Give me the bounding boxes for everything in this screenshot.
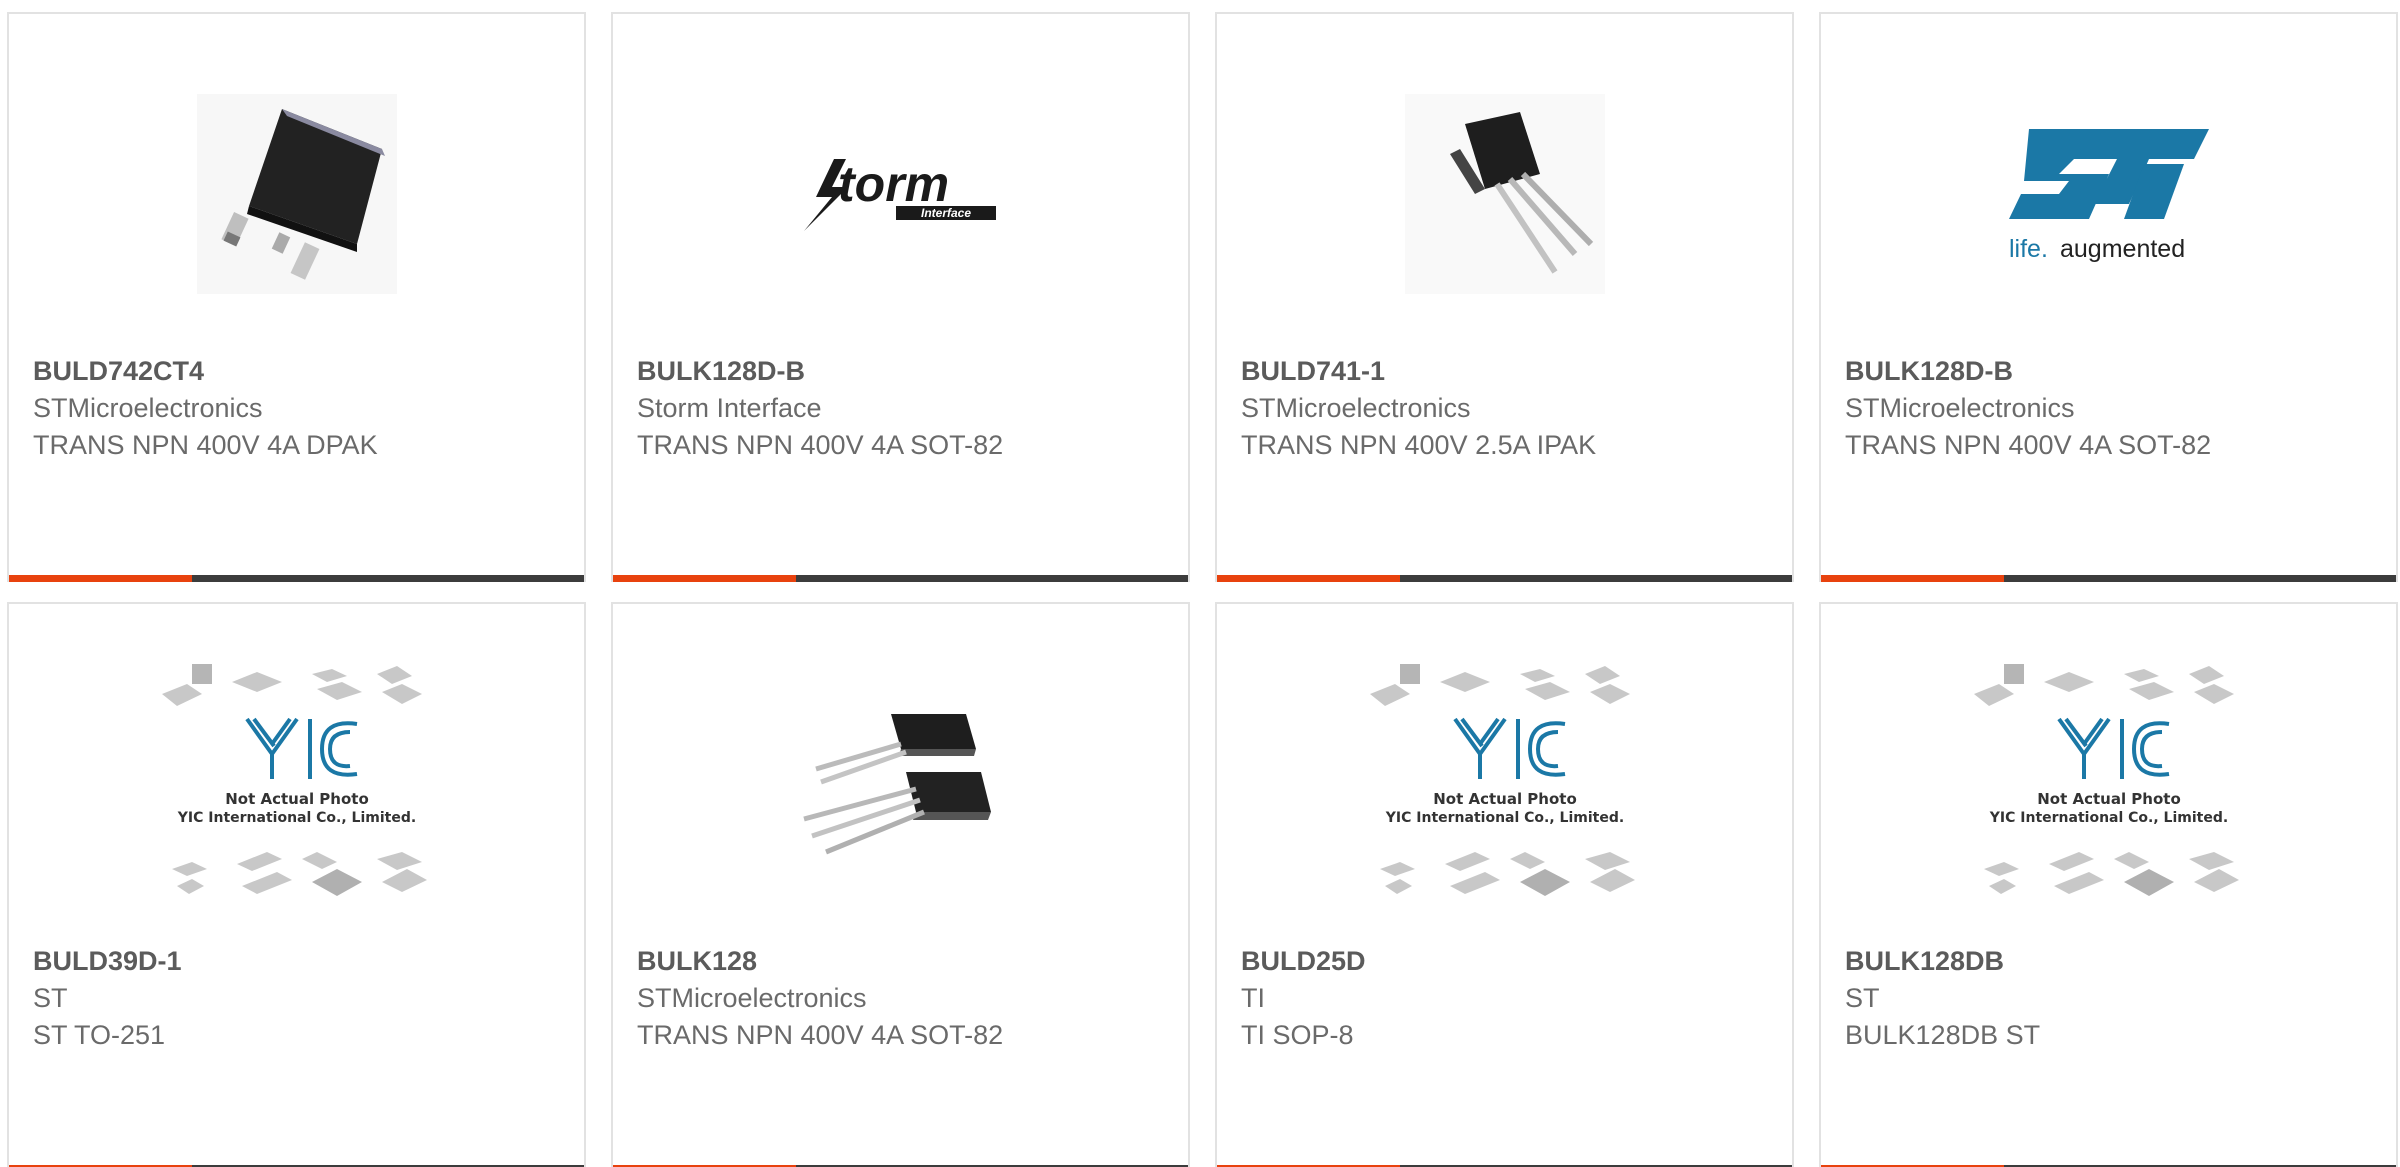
part-number[interactable]: BULK128D-B [637, 352, 1172, 390]
card-bottom-bar [9, 575, 584, 582]
logo-word: torm [838, 156, 949, 212]
description: TRANS NPN 400V 4A SOT-82 [637, 1020, 1004, 1050]
sot82-package-icon[interactable] [613, 664, 1188, 904]
logo-tagline-a: life. [2009, 235, 2048, 263]
not-actual-photo-placeholder[interactable]: Not Actual Photo YIC International Co., … [1217, 664, 1792, 904]
st-logo[interactable]: life. augmented [1821, 74, 2396, 314]
part-number[interactable]: BULK128DB [1845, 942, 2380, 980]
product-card[interactable]: BULD741-1 STMicroelectronics TRANS NPN 4… [1215, 12, 1794, 582]
placeholder-line2: YIC International Co., Limited. [1988, 810, 2227, 826]
placeholder-line1: Not Actual Photo [2037, 790, 2181, 808]
manufacturer: TI [1241, 983, 1265, 1013]
placeholder-line1: Not Actual Photo [1433, 790, 1577, 808]
product-card[interactable]: BULK128 STMicroelectronics TRANS NPN 400… [611, 602, 1190, 1167]
product-card[interactable]: BULD742CT4 STMicroelectronics TRANS NPN … [7, 12, 586, 582]
card-bottom-bar [1821, 575, 2396, 582]
manufacturer: STMicroelectronics [1845, 393, 2075, 423]
product-card[interactable]: Not Actual Photo YIC International Co., … [7, 602, 586, 1167]
product-card[interactable]: torm Interface BULK128D-B Storm Interfac… [611, 12, 1190, 582]
product-grid: BULD742CT4 STMicroelectronics TRANS NPN … [0, 0, 2400, 1167]
card-accent [1821, 575, 2004, 582]
product-card[interactable]: Not Actual Photo YIC International Co., … [1215, 602, 1794, 1167]
card-bottom-bar [1217, 575, 1792, 582]
logo-tagline-b: augmented [2060, 235, 2185, 263]
part-number[interactable]: BULK128 [637, 942, 1172, 980]
manufacturer: ST [1845, 983, 1880, 1013]
manufacturer: STMicroelectronics [1241, 393, 1471, 423]
description: TRANS NPN 400V 2.5A IPAK [1241, 430, 1597, 460]
ipak-package-icon[interactable] [1217, 74, 1792, 314]
part-number[interactable]: BULK128D-B [1845, 352, 2380, 390]
part-number[interactable]: BULD742CT4 [33, 352, 568, 390]
manufacturer: ST [33, 983, 68, 1013]
dpak-package-icon[interactable] [9, 74, 584, 314]
card-accent [9, 575, 192, 582]
card-accent [613, 575, 796, 582]
part-number[interactable]: BULD39D-1 [33, 942, 568, 980]
placeholder-line2: YIC International Co., Limited. [1384, 810, 1623, 826]
product-card[interactable]: life. augmented BULK128D-B STMicroelectr… [1819, 12, 2398, 582]
product-card[interactable]: Not Actual Photo YIC International Co., … [1819, 602, 2398, 1167]
description: TRANS NPN 400V 4A SOT-82 [637, 430, 1004, 460]
logo-sub: Interface [920, 206, 970, 220]
description: TRANS NPN 400V 4A SOT-82 [1845, 430, 2212, 460]
manufacturer: Storm Interface [637, 393, 822, 423]
manufacturer: STMicroelectronics [33, 393, 263, 423]
card-accent [1217, 575, 1400, 582]
not-actual-photo-placeholder[interactable]: Not Actual Photo YIC International Co., … [9, 664, 584, 904]
part-number[interactable]: BULD741-1 [1241, 352, 1776, 390]
placeholder-line1: Not Actual Photo [225, 790, 369, 808]
part-number[interactable]: BULD25D [1241, 942, 1776, 980]
description: TRANS NPN 400V 4A DPAK [33, 430, 378, 460]
description: TI SOP-8 [1241, 1020, 1354, 1050]
not-actual-photo-placeholder[interactable]: Not Actual Photo YIC International Co., … [1821, 664, 2396, 904]
description: ST TO-251 [33, 1020, 166, 1050]
storm-interface-logo[interactable]: torm Interface [613, 74, 1188, 314]
card-bottom-bar [613, 575, 1188, 582]
placeholder-line2: YIC International Co., Limited. [176, 810, 415, 826]
manufacturer: STMicroelectronics [637, 983, 867, 1013]
description: BULK128DB ST [1845, 1020, 2041, 1050]
